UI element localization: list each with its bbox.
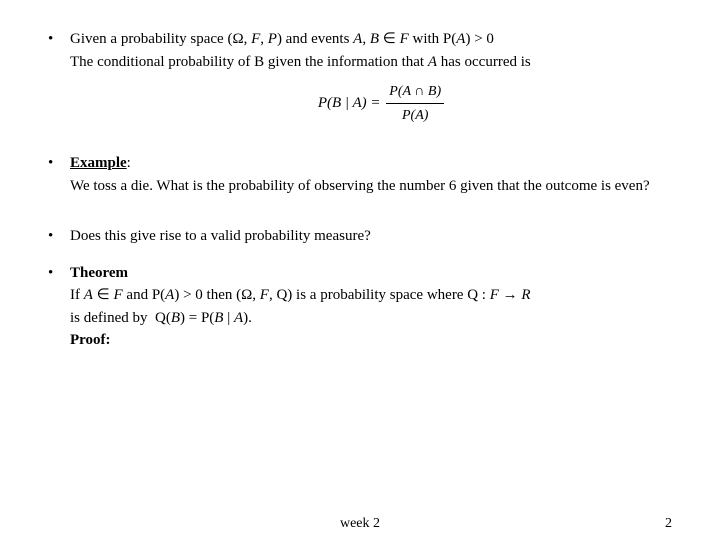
footer-week: week 2 <box>340 516 380 532</box>
bullet-3-text: Does this give rise to a valid probabili… <box>70 228 371 244</box>
bullet-1-marker: • <box>48 28 70 51</box>
bullet-4-label: Theorem <box>70 265 128 281</box>
bullet-4-marker: • <box>48 262 70 285</box>
formula-container: P(B | A) = P(A ∩ B) P(A) <box>92 81 672 126</box>
bullet-1-desc: The conditional probability of B given t… <box>70 54 531 70</box>
footer-page: 2 <box>665 516 672 532</box>
bullet-2-content: Example: We toss a die. What is the prob… <box>70 152 672 197</box>
fraction: P(A ∩ B) P(A) <box>386 81 444 126</box>
bullet-1-section: • Given a probability space (Ω, F, P) an… <box>48 28 672 138</box>
numerator: P(A ∩ B) <box>386 81 444 104</box>
bullet-4-line2: is defined by Q(B) = P(B | A). <box>70 310 252 326</box>
bullet-4-line1: If A ∈ F and P(A) > 0 then (Ω, F, Q) is … <box>70 287 531 303</box>
bullet-2-colon: : <box>127 155 131 171</box>
bullet-1-intro: Given a probability space (Ω, F, P) and … <box>70 31 494 47</box>
bullet-4-section: • Theorem If A ∈ F and P(A) > 0 then (Ω,… <box>48 262 672 352</box>
bullet-2-section: • Example: We toss a die. What is the pr… <box>48 152 672 197</box>
formula: P(B | A) = P(A ∩ B) P(A) <box>318 81 446 126</box>
bullet-4-content: Theorem If A ∈ F and P(A) > 0 then (Ω, F… <box>70 262 672 352</box>
bullet-3-content: Does this give rise to a valid probabili… <box>70 225 672 248</box>
bullet-2-marker: • <box>48 152 70 175</box>
bullet-2-label: Example <box>70 155 127 171</box>
bullet-2-text: We toss a die. What is the probability o… <box>70 178 650 194</box>
bullet-1-content: Given a probability space (Ω, F, P) and … <box>70 28 672 138</box>
bullet-3-section: • Does this give rise to a valid probabi… <box>48 225 672 248</box>
bullet-3-marker: • <box>48 225 70 248</box>
denominator: P(A) <box>399 104 431 126</box>
spacer-1 <box>48 211 672 225</box>
bullet-4-proof: Proof: <box>70 332 111 348</box>
page: • Given a probability space (Ω, F, P) an… <box>0 0 720 540</box>
